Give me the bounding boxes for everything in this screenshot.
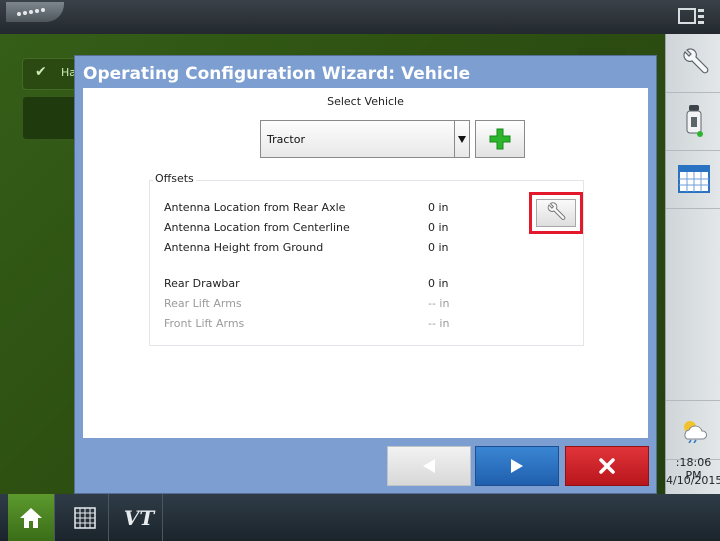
home-icon [20,507,42,528]
bottom-bar: VT [0,494,720,541]
dialog-body: Select Vehicle Tractor Offsets Antenna L… [83,88,648,438]
offset-label-rear-lift-arms: Rear Lift Arms [164,297,242,310]
chevron-down-icon [458,136,466,143]
grid-menu-button[interactable] [62,494,109,541]
offset-value-rear-drawbar: 0 in [428,277,449,290]
close-icon [599,458,615,474]
cancel-button[interactable] [565,446,649,486]
edit-offsets-button[interactable] [529,192,583,234]
calendar-grid-icon [677,165,710,193]
back-button[interactable] [387,446,471,486]
sidebar-gps-button[interactable] [666,92,720,151]
vt-label: VT [123,505,155,530]
gps-receiver-icon [686,105,703,137]
offset-value-antenna-height: 0 in [428,241,449,254]
offsets-title: Offsets [153,172,196,185]
wrench-icon [682,48,708,74]
offset-label-rear-drawbar: Rear Drawbar [164,277,240,290]
dialog-title: Operating Configuration Wizard: Vehicle [83,64,471,84]
next-button[interactable] [475,446,559,486]
home-button[interactable] [8,494,55,541]
grid-icon [74,506,96,529]
offset-label-antenna-rear-axle: Antenna Location from Rear Axle [164,201,346,214]
clock-date: 4/10/2015 [666,474,720,487]
offset-label-front-lift-arms: Front Lift Arms [164,317,245,330]
offset-value-antenna-rear-axle: 0 in [428,201,449,214]
display-layout-icon[interactable] [678,7,706,27]
sidebar-tools-button[interactable] [666,34,720,93]
logo-badge [6,2,64,22]
top-bar [0,0,720,34]
offset-value-antenna-centerline: 0 in [428,221,449,234]
edit-offsets-button-face [536,199,576,227]
plus-icon [489,128,511,150]
offset-label-antenna-centerline: Antenna Location from Centerline [164,221,350,234]
arrow-right-icon [511,459,523,473]
vehicle-dropdown[interactable]: Tractor [260,120,470,158]
offset-label-antenna-height: Antenna Height from Ground [164,241,324,254]
vehicle-wizard-dialog: Operating Configuration Wizard: Vehicle … [74,55,657,494]
sidebar-weather-button[interactable] [666,400,720,460]
offset-value-rear-lift-arms: -- in [428,297,450,310]
weather-icon [683,421,707,443]
offset-value-front-lift-arms: -- in [428,317,450,330]
dropdown-arrow [454,121,469,157]
add-vehicle-button[interactable] [475,120,525,158]
vt-button[interactable]: VT [116,494,163,541]
checkmark-icon: ✔ [35,64,47,80]
vehicle-dropdown-value: Tractor [267,133,305,146]
signal-dots-icon [17,8,45,16]
select-vehicle-label: Select Vehicle [327,95,404,108]
arrow-left-icon [423,459,435,473]
wrench-icon [547,202,566,220]
sidebar-calendar-button[interactable] [666,150,720,209]
right-sidebar: :18:06 PM 4/10/2015 [665,34,720,494]
